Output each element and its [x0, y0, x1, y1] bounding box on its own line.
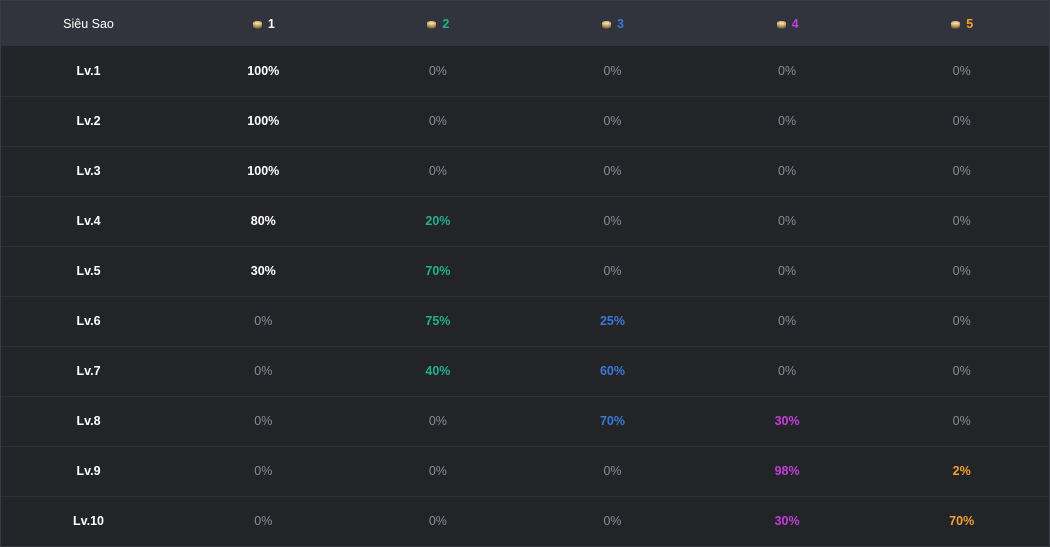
tier-1-odds-cell: 0%: [254, 464, 273, 478]
tier-2-odds-cell: 75%: [425, 314, 451, 328]
tier-3-odds-cell: 25%: [599, 314, 625, 328]
level-cell: Lv.4: [76, 214, 101, 228]
tier-2-odds-cell: 0%: [428, 114, 447, 128]
tier-4-odds-cell: 30%: [774, 514, 800, 529]
tier-label: 2: [442, 16, 450, 31]
tier-label: 5: [966, 16, 974, 31]
tier-1-odds-cell: 0%: [254, 364, 273, 378]
tier-3-odds-cell: 0%: [603, 264, 622, 278]
tier-5-odds-cell: 0%: [952, 63, 971, 78]
header-tier-1: 1: [176, 1, 351, 46]
tier-1-odds-cell: 100%: [247, 164, 280, 178]
tier-5-odds-cell: 0%: [952, 314, 971, 328]
tier-4-odds-cell: 0%: [778, 364, 797, 378]
gold-coin-stack-icon: [601, 20, 612, 29]
table-row: Lv.5 30% 70% 0% 0% 0%: [1, 246, 1049, 296]
odds-table-container: Siêu Sao 1 2 3 4 5 Lv.1 100% 0% 0% 0% 0% Lv.2 1…: [0, 0, 1050, 547]
tier-5-odds-cell: 0%: [952, 214, 971, 228]
tier-label: 3: [617, 16, 624, 31]
tier-4-odds-cell: 98%: [774, 464, 800, 478]
level-cell: Lv.1: [76, 63, 101, 78]
tier-1-odds-cell: 0%: [254, 314, 273, 328]
tier-1-odds-cell: 100%: [247, 114, 280, 128]
tier-3-odds-cell: 0%: [603, 164, 622, 178]
level-cell: Lv.2: [76, 114, 101, 128]
level-cell: Lv.5: [76, 264, 101, 278]
tier-2-odds-cell: 0%: [428, 164, 447, 178]
gold-coin-stack-icon: [252, 20, 263, 29]
tier-4-odds-cell: 0%: [778, 114, 797, 128]
tier-5-odds-cell: 0%: [952, 114, 971, 128]
header-tier-3: 3: [525, 1, 700, 46]
tier-5-odds-cell: 70%: [949, 514, 975, 529]
tier-5-odds-cell: 0%: [952, 364, 971, 378]
tier-1-odds-cell: 100%: [247, 63, 280, 78]
tier-3-odds-cell: 0%: [603, 63, 622, 78]
table-row: Lv.8 0% 0% 70% 30% 0%: [1, 396, 1049, 446]
table-header-row: Siêu Sao 1 2 3 4 5: [1, 1, 1049, 46]
level-cell: Lv.8: [76, 414, 101, 428]
table-row: Lv.4 80% 20% 0% 0% 0%: [1, 196, 1049, 246]
tier-4-odds-cell: 0%: [778, 314, 797, 328]
tier-5-odds-cell: 0%: [952, 164, 971, 178]
tier-3-odds-cell: 0%: [603, 464, 622, 478]
tier-4-odds-cell: 0%: [778, 63, 797, 78]
tier-2-odds-cell: 70%: [425, 264, 451, 278]
tier-2-odds-cell: 0%: [428, 514, 447, 529]
tier-3-odds-cell: 0%: [603, 214, 622, 228]
tier-3-odds-cell: 70%: [599, 414, 625, 428]
tier-3-odds-cell: 0%: [603, 514, 622, 529]
tier-2-odds-cell: 20%: [425, 214, 451, 228]
table-row: Lv.6 0% 75% 25% 0% 0%: [1, 296, 1049, 346]
level-cell: Lv.9: [76, 464, 101, 478]
table-row: Lv.3 100% 0% 0% 0% 0%: [1, 146, 1049, 196]
super-star-odds-table: Siêu Sao 1 2 3 4 5 Lv.1 100% 0% 0% 0% 0% Lv.2 1…: [1, 1, 1049, 546]
header-tier-4: 4: [700, 1, 875, 46]
table-row: Lv.9 0% 0% 0% 98% 2%: [1, 446, 1049, 496]
table-row: Lv.2 100% 0% 0% 0% 0%: [1, 96, 1049, 146]
gold-coin-stack-icon: [776, 20, 787, 29]
tier-3-odds-cell: 60%: [599, 364, 625, 378]
tier-5-odds-cell: 0%: [952, 414, 971, 428]
tier-1-odds-cell: 30%: [250, 264, 276, 278]
level-cell: Lv.7: [76, 364, 101, 378]
tier-2-odds-cell: 0%: [428, 414, 447, 428]
tier-1-odds-cell: 80%: [250, 214, 276, 228]
tier-4-odds-cell: 0%: [778, 164, 797, 178]
tier-label: 4: [791, 16, 799, 31]
tier-4-odds-cell: 0%: [778, 214, 797, 228]
tier-5-odds-cell: 0%: [952, 264, 971, 278]
tier-4-odds-cell: 30%: [774, 414, 800, 428]
tier-2-odds-cell: 40%: [425, 364, 451, 378]
level-cell: Lv.6: [76, 314, 101, 328]
header-tier-5: 5: [874, 1, 1049, 46]
header-tier-2: 2: [351, 1, 526, 46]
tier-3-odds-cell: 0%: [603, 114, 622, 128]
tier-2-odds-cell: 0%: [428, 63, 447, 78]
level-cell: Lv.3: [76, 164, 101, 178]
header-super-star-label: Siêu Sao: [63, 16, 114, 31]
table-row: Lv.7 0% 40% 60% 0% 0%: [1, 346, 1049, 396]
table-row: Lv.1 100% 0% 0% 0% 0%: [1, 46, 1049, 96]
tier-5-odds-cell: 2%: [952, 464, 971, 478]
gold-coin-stack-icon: [950, 20, 961, 29]
tier-2-odds-cell: 0%: [428, 464, 447, 478]
gold-coin-stack-icon: [426, 20, 437, 29]
tier-1-odds-cell: 0%: [254, 514, 273, 529]
tier-label: 1: [267, 16, 275, 31]
tier-4-odds-cell: 0%: [778, 264, 797, 278]
table-row: Lv.10 0% 0% 0% 30% 70%: [1, 496, 1049, 546]
level-cell: Lv.10: [72, 514, 105, 529]
table-body: Lv.1 100% 0% 0% 0% 0% Lv.2 100% 0% 0% 0% 0% Lv.3 100%…: [1, 46, 1049, 546]
tier-1-odds-cell: 0%: [254, 414, 273, 428]
